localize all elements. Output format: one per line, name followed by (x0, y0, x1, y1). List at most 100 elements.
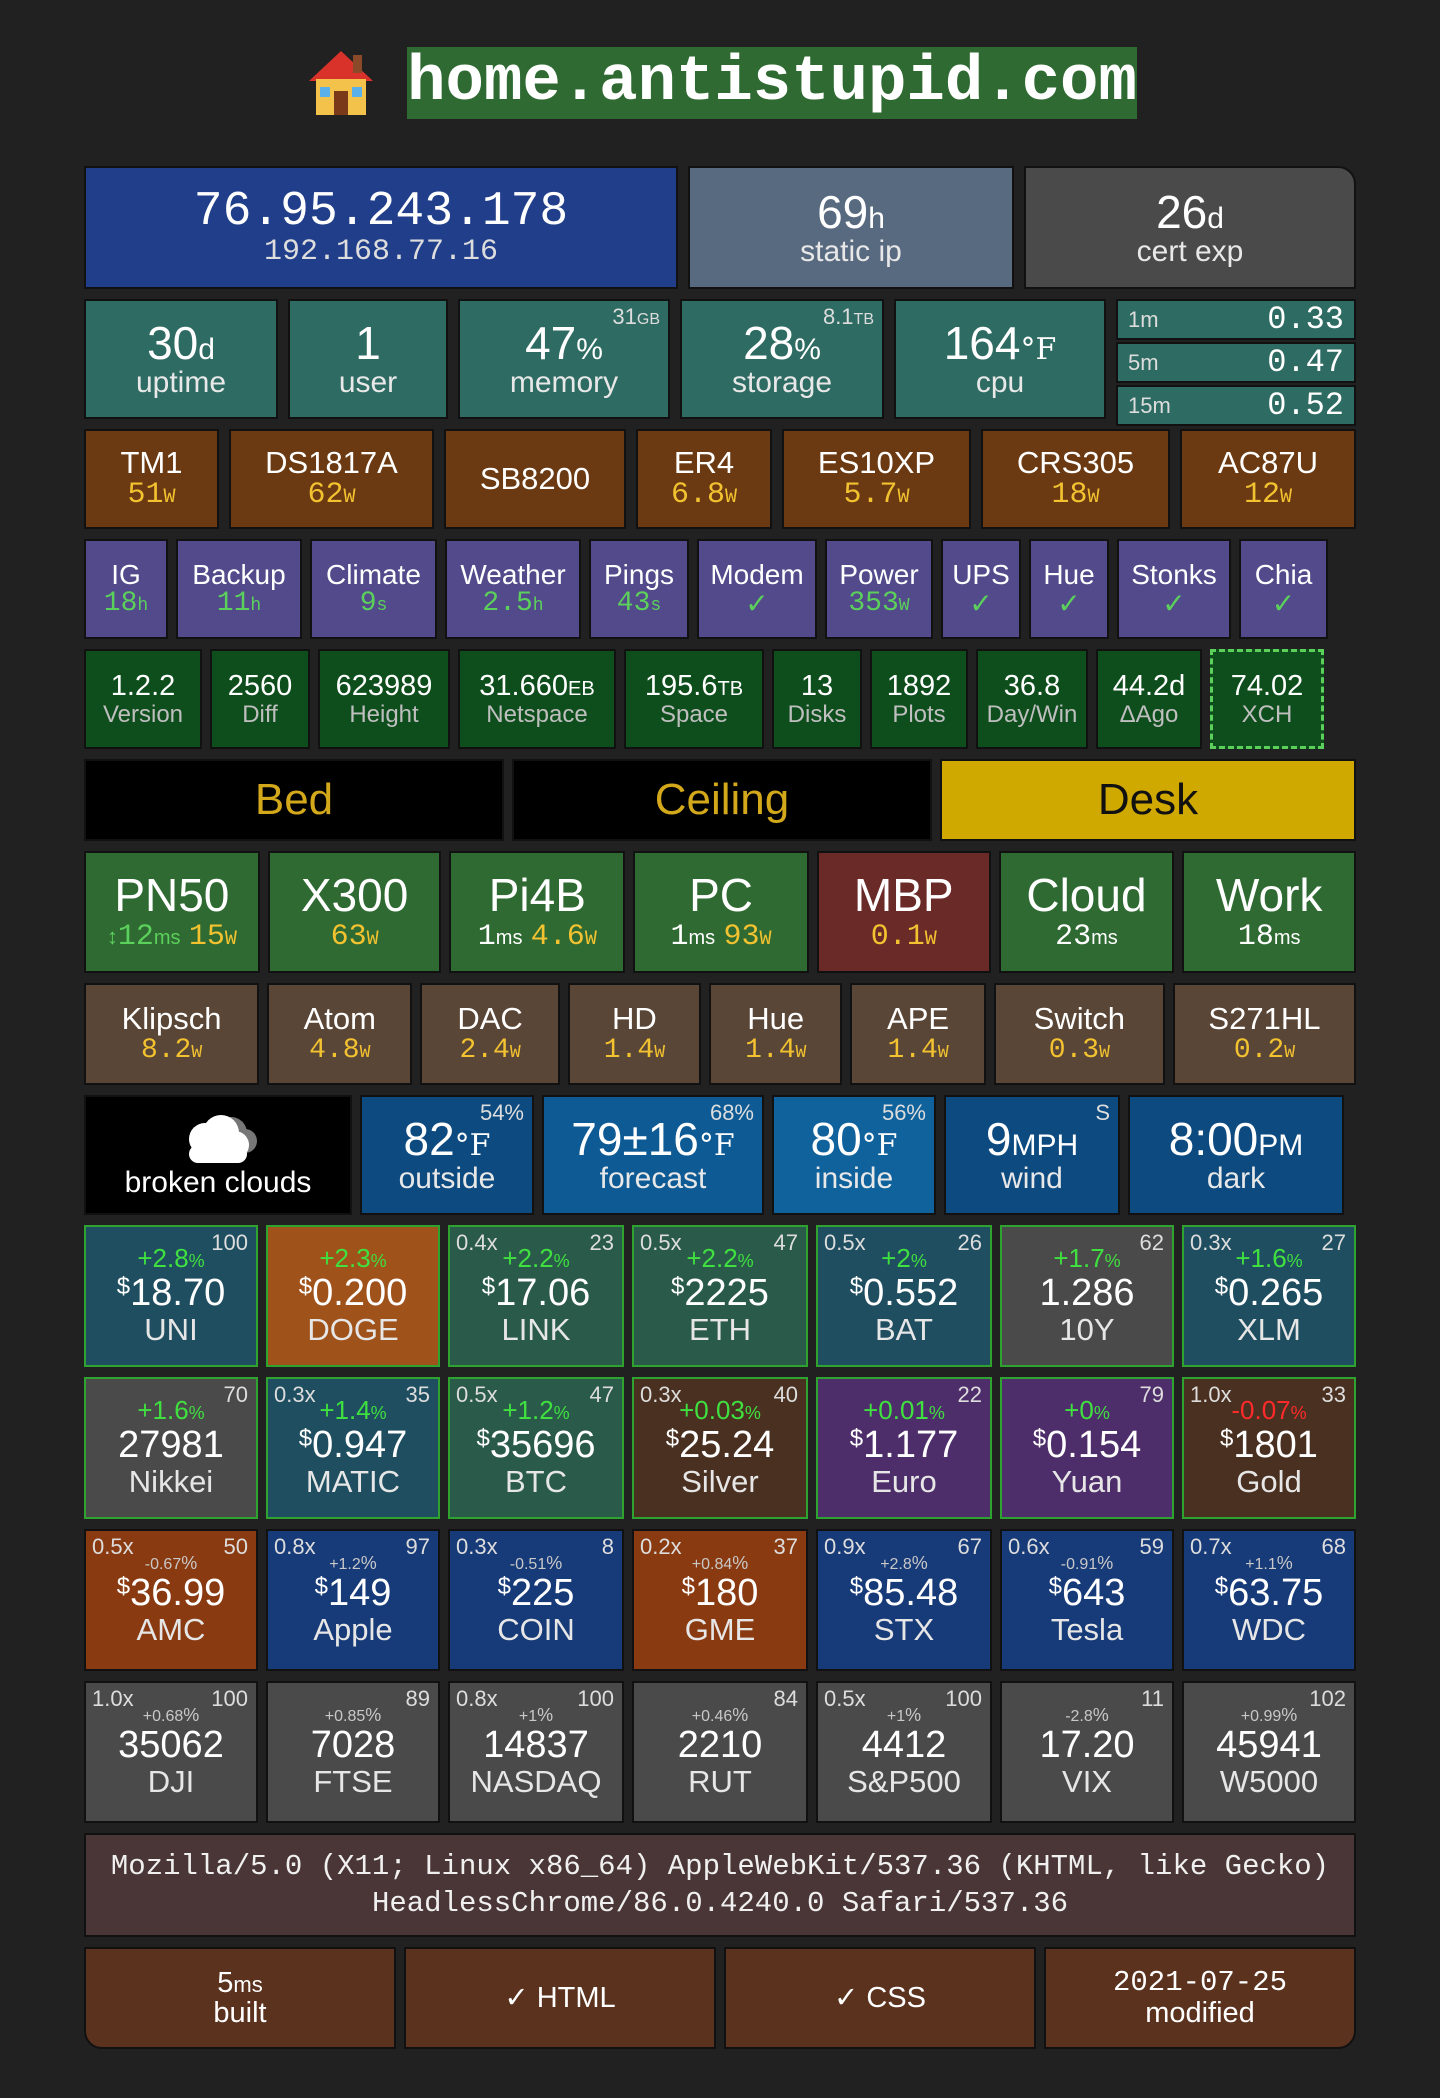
device-er4: ER4 6.8W (636, 429, 772, 529)
quote-tile[interactable]: 0.4x 23 +2.2% $17.06 LINK (448, 1225, 624, 1367)
power-klipsch: Klipsch 8.2W (84, 983, 260, 1085)
chia-label: ΔAgo (1119, 700, 1179, 728)
power-name: Hue (747, 1001, 805, 1037)
quote-tile[interactable]: 22 +0.01% $1.177 Euro (816, 1377, 992, 1519)
cpu-unit: °F (1020, 332, 1057, 368)
chia-label: XCH (1241, 700, 1293, 728)
quote-symbol: Silver (681, 1464, 759, 1500)
quote-tile[interactable]: 0.8x 100 +1% 14837 NASDAQ (448, 1681, 624, 1823)
public-ip: 76.95.243.178 (193, 184, 569, 239)
cpu-value: 164 (943, 317, 1021, 370)
service-unit: s (650, 596, 662, 616)
quote-price: 63.75 (1228, 1571, 1324, 1614)
quote-tile[interactable]: 0.5x 50 -0.67% $36.99 AMC (84, 1529, 258, 1671)
chia-value: 623989 (335, 670, 433, 703)
light-bed-button[interactable]: Bed (84, 759, 504, 841)
quote-tile[interactable]: 0.5x 26 +2% $0.552 BAT (816, 1225, 992, 1367)
quote-price: 0.265 (1228, 1272, 1324, 1315)
quote-rank: 47 (773, 1230, 798, 1255)
chia-value: 195.6 (644, 670, 718, 703)
quote-tile[interactable]: 0.9x 67 +2.8% $85.48 STX (816, 1529, 992, 1671)
quote-tile[interactable]: 11 -2.8% 17.20 VIX (1000, 1681, 1174, 1823)
quote-change: +1.2 (329, 1555, 361, 1573)
quote-tile[interactable]: 1.0x 100 +0.68% 35062 DJI (84, 1681, 258, 1823)
quote-tile[interactable]: 0.3x 35 +1.4% $0.947 MATIC (266, 1377, 440, 1519)
quote-currency: $ (298, 1425, 313, 1453)
load-1m-value: 0.33 (1267, 301, 1344, 338)
service-unit: h (532, 596, 544, 616)
service-name: Stonks (1131, 558, 1217, 590)
chia-value: 44.2d (1112, 670, 1186, 703)
css-valid-link[interactable]: ✓ CSS (724, 1947, 1036, 2049)
quote-tile[interactable]: 0.5x 47 +2.2% $2225 ETH (632, 1225, 808, 1367)
quote-currency: $ (849, 1572, 864, 1600)
check-icon: ✓ (745, 588, 769, 619)
device-name: ER4 (673, 444, 735, 480)
quote-symbol: Tesla (1050, 1611, 1124, 1647)
power-watts: 2.4 (459, 1034, 510, 1066)
device-watts: 18 (1051, 477, 1088, 512)
quote-tile[interactable]: 102 +0.99% 45941 W5000 (1182, 1681, 1356, 1823)
service-unit: s (376, 596, 388, 616)
quote-rank: 89 (405, 1686, 430, 1711)
quote-change: -0.07 (1231, 1395, 1291, 1426)
quote-rank: 8 (601, 1534, 614, 1559)
house-icon (309, 51, 374, 115)
quote-tile[interactable]: 0.7x 68 +1.1% $63.75 WDC (1182, 1529, 1356, 1671)
light-ceiling-button[interactable]: Ceiling (512, 759, 932, 841)
power-s271hl: S271HL 0.2W (1172, 983, 1356, 1085)
quote-tile[interactable]: 1.0x 33 -0.07% $1801 Gold (1182, 1377, 1356, 1519)
load-5m-label: 5m (1128, 349, 1159, 375)
chia-label: Height (349, 700, 419, 728)
user-agent-text: Mozilla/5.0 (X11; Linux x86_64) AppleWeb… (110, 1849, 1330, 1920)
quote-symbol: DOGE (307, 1312, 399, 1348)
quote-change: +0.68 (142, 1707, 184, 1725)
service-name: Weather (460, 558, 566, 590)
service-unit: W (898, 596, 910, 616)
uptime-label: uptime (135, 366, 227, 400)
quote-tile[interactable]: 0.6x 59 -0.91% $643 Tesla (1000, 1529, 1174, 1671)
power-watts: 0.2 (1233, 1034, 1285, 1066)
conditions-label: broken clouds (124, 1166, 312, 1200)
chia-xch: 74.02 XCH (1210, 649, 1324, 749)
chia-version: 1.2.2 Version (84, 649, 202, 749)
quote-tile[interactable]: 70 +1.6% 27981 Nikkei (84, 1377, 258, 1519)
quote-tile[interactable]: +2.3% $0.200 DOGE (266, 1225, 440, 1367)
chia-value: 13 (800, 670, 834, 703)
quote-tile[interactable]: 0.5x 47 +1.2% $35696 BTC (448, 1377, 624, 1519)
quote-tile[interactable]: 100 +2.8% $18.70 UNI (84, 1225, 258, 1367)
quote-tile[interactable]: 0.3x 8 -0.51% $225 COIN (448, 1529, 624, 1671)
quote-symbol: XLM (1237, 1312, 1301, 1348)
quote-symbol: BTC (505, 1464, 567, 1500)
quote-price: 0.947 (312, 1424, 408, 1467)
load-5m-value: 0.47 (1267, 344, 1344, 381)
service-name: Hue (1043, 558, 1095, 590)
quote-tile[interactable]: 0.2x 37 +0.84% $180 GME (632, 1529, 808, 1671)
device-es10xp: ES10XP 5.7W (782, 429, 971, 529)
check-icon: ✓ (1271, 588, 1296, 619)
quote-tile[interactable]: 79 +0% $0.154 Yuan (1000, 1377, 1174, 1519)
quote-tile[interactable]: 84 +0.46% 2210 RUT (632, 1681, 808, 1823)
quote-tile[interactable]: 0.5x 100 +1% 4412 S&P500 (816, 1681, 992, 1823)
quote-change: +2.3 (319, 1243, 371, 1274)
quote-change: +1 (886, 1707, 906, 1725)
storage-unit: % (794, 333, 821, 367)
modified-label: modified (1145, 1997, 1255, 2029)
power-row: Klipsch 8.2W Atom 4.8W DAC 2.4W HD 1.4W Hue 1… (84, 983, 1356, 1085)
quote-tile[interactable]: 89 +0.85% 7028 FTSE (266, 1681, 440, 1823)
quote-tile[interactable]: 62 +1.7% 1.286 10Y (1000, 1225, 1174, 1367)
quote-tile[interactable]: 0.3x 27 +1.6% $0.265 XLM (1182, 1225, 1356, 1367)
device-unit: W (163, 485, 176, 509)
quote-change: +0 (1064, 1395, 1094, 1426)
html-valid-link[interactable]: ✓ HTML (404, 1947, 716, 2049)
quote-tile[interactable]: 0.3x 40 +0.03% $25.24 Silver (632, 1377, 808, 1519)
memory-tile: 31GB 47% memory (458, 299, 670, 419)
power-watts: 1.4 (745, 1034, 796, 1066)
chia-value: 1.2.2 (110, 670, 176, 703)
host-ping: 1 (670, 919, 689, 954)
quote-tile[interactable]: 0.8x 97 +1.2% $149 Apple (266, 1529, 440, 1671)
power-name: Atom (303, 1001, 376, 1037)
light-desk-button[interactable]: Desk (940, 759, 1356, 841)
quote-multiplier: 0.5x (640, 1230, 682, 1255)
device-unit: W (343, 485, 356, 509)
